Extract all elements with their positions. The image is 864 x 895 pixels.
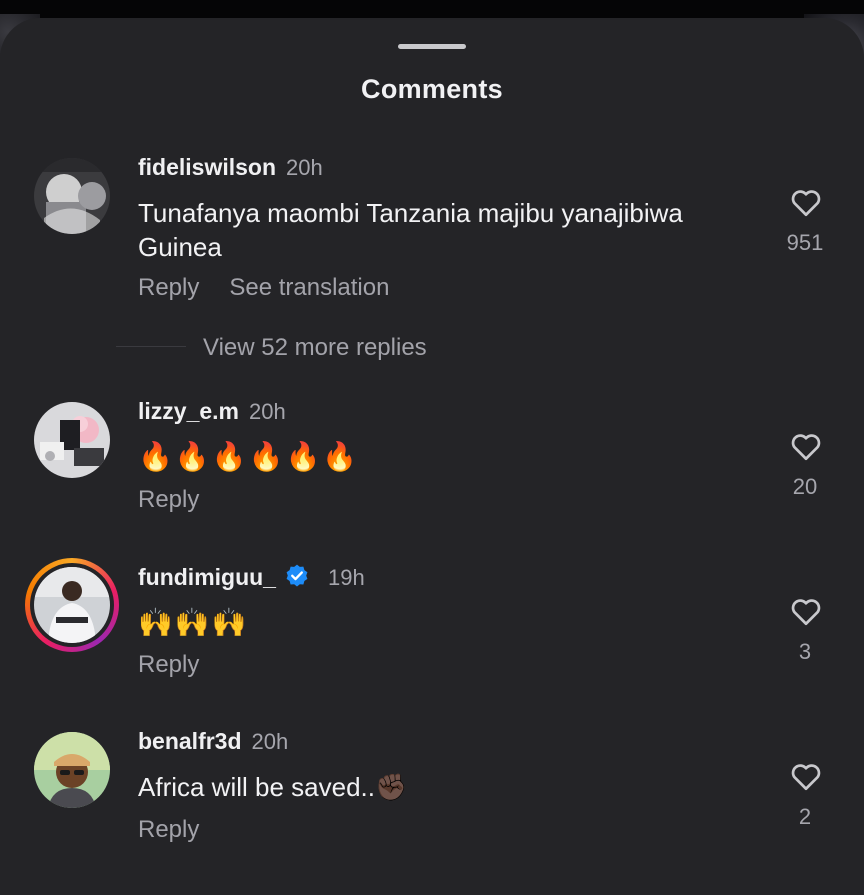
- sheet-title: Comments: [361, 74, 503, 104]
- heart-outline-icon[interactable]: [788, 758, 824, 794]
- status-bar: [0, 0, 864, 20]
- comment-text: 🔥🔥🔥🔥🔥🔥: [138, 441, 360, 472]
- avatar[interactable]: [34, 732, 110, 808]
- heart-outline-icon[interactable]: [788, 593, 824, 629]
- comment-time: 19h: [327, 565, 365, 590]
- verified-badge-icon: [286, 564, 308, 587]
- comment-text: Africa will be saved..✊🏿: [138, 772, 408, 802]
- like-count: 3: [798, 639, 812, 664]
- comment-username[interactable]: lizzy_e.m 20h: [138, 398, 286, 425]
- avatar[interactable]: [34, 402, 110, 478]
- comment-text: 🙌🙌🙌: [138, 607, 249, 638]
- avatar[interactable]: [34, 567, 110, 643]
- comments-sheet: Comments fideliswilson 20h Tunafanya maom…: [0, 18, 864, 895]
- avatar[interactable]: [34, 158, 110, 234]
- comment-time: 20h: [251, 729, 289, 754]
- divider: [116, 346, 186, 347]
- like-count: 20: [792, 474, 818, 499]
- reply-button[interactable]: Reply: [138, 486, 199, 513]
- like-count: 951: [786, 230, 824, 255]
- view-more-replies-button[interactable]: View 52 more replies: [203, 334, 427, 362]
- reply-button[interactable]: Reply: [138, 816, 199, 843]
- see-translation-button[interactable]: See translation: [229, 274, 389, 301]
- drag-handle[interactable]: [398, 44, 466, 49]
- reply-button[interactable]: Reply: [138, 274, 199, 301]
- comment-username[interactable]: fundimiguu_ 19h: [138, 563, 365, 591]
- heart-outline-icon[interactable]: [788, 428, 824, 464]
- like-count: 2: [798, 804, 812, 829]
- comment-username[interactable]: benalfr3d 20h: [138, 728, 288, 755]
- comment-username[interactable]: fideliswilson 20h: [138, 154, 323, 181]
- comment-time: 20h: [249, 399, 286, 424]
- comment-time: 20h: [286, 155, 323, 180]
- heart-outline-icon[interactable]: [788, 184, 824, 220]
- reply-button[interactable]: Reply: [138, 651, 199, 678]
- comment-text: Tunafanya maombi Tanzania majibu yanajib…: [138, 198, 683, 262]
